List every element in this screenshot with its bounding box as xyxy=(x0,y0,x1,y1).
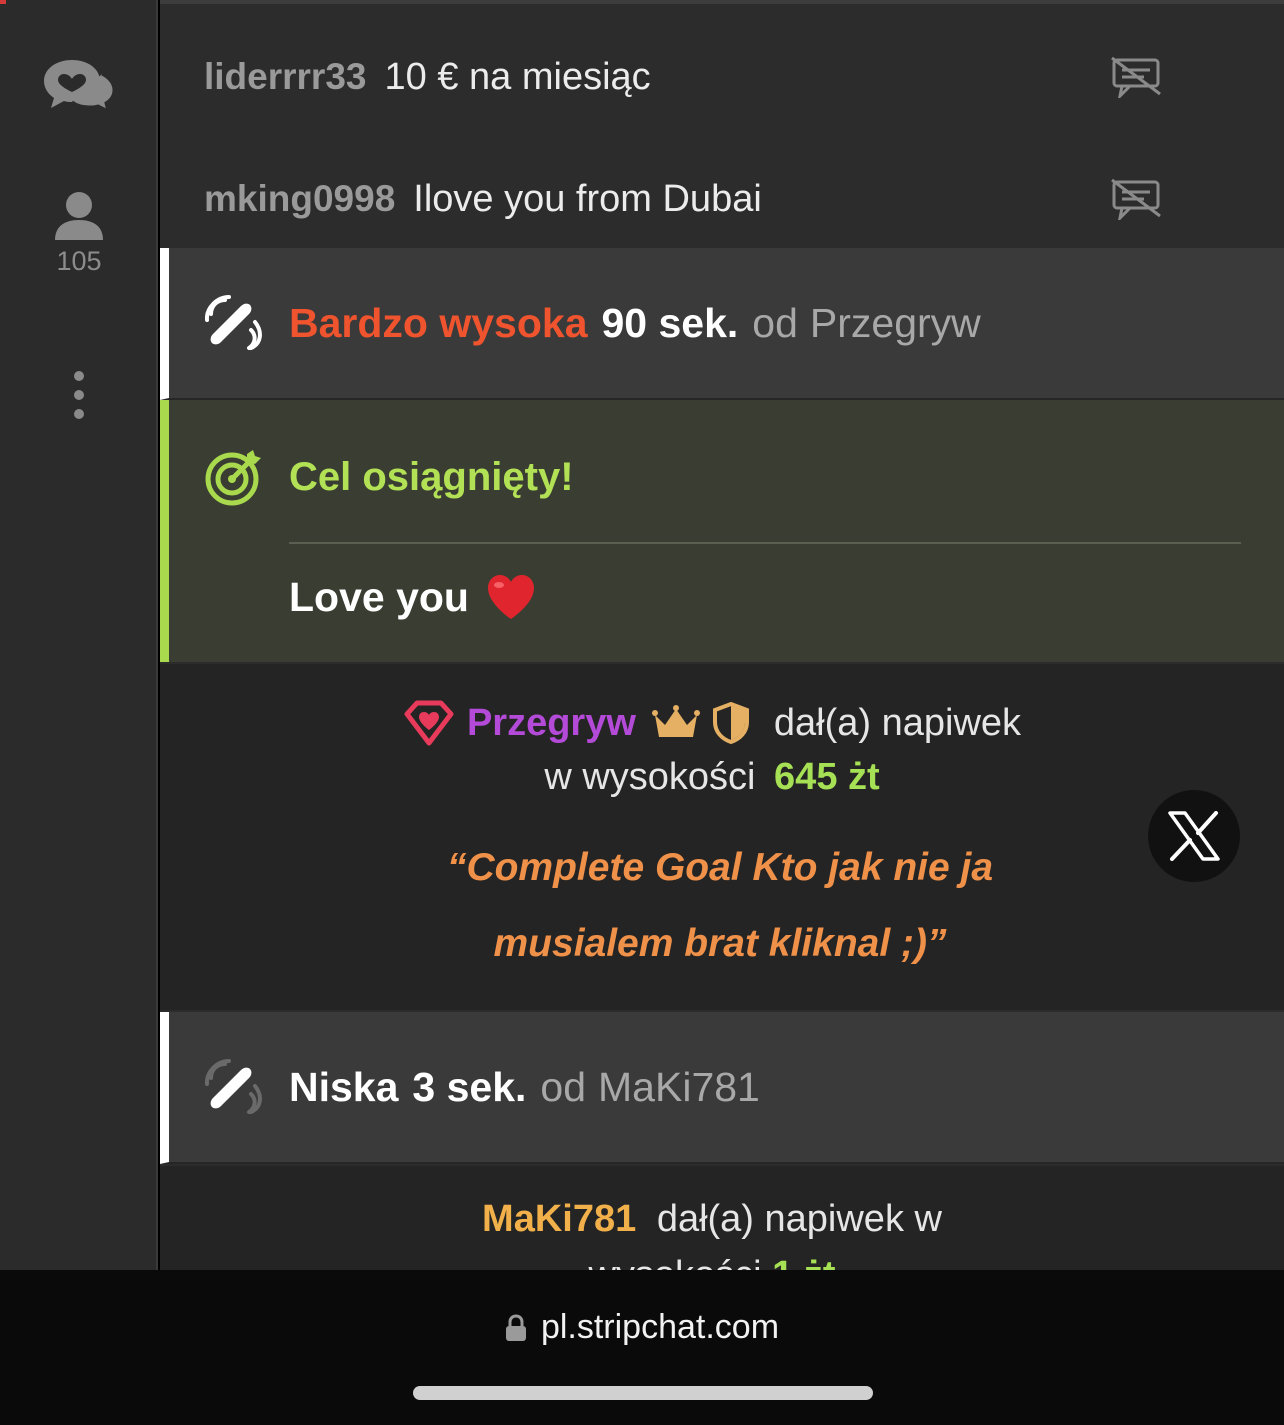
goal-message: Love you xyxy=(289,572,537,622)
shield-icon xyxy=(712,702,749,744)
tip-amount-label: wysokości xyxy=(588,1254,761,1270)
goal-header: Cel osiągnięty! xyxy=(205,448,574,506)
browser-address-bar[interactable]: pl.stripchat.com xyxy=(0,1270,1284,1425)
x-logo-icon xyxy=(1168,811,1220,861)
tip-username[interactable]: MaKi781 xyxy=(482,1198,636,1240)
goal-reached-card: Cel osiągnięty! Love you xyxy=(160,400,1284,662)
vibrator-icon xyxy=(205,295,262,350)
toy-duration: 90 sek. xyxy=(601,299,739,346)
toy-from-label: od xyxy=(540,1063,587,1110)
users-count: 105 xyxy=(56,246,102,276)
tip-card: MaKi781 dał(a) napiwek w wysokości 1 żt xyxy=(160,1166,1284,1270)
tip-amount: 645 żt xyxy=(774,756,880,798)
tip-amount-line: wysokości 1 żt xyxy=(160,1254,1284,1270)
users-tab[interactable]: 105 xyxy=(0,190,158,277)
message-username[interactable]: liderrrr33 xyxy=(204,56,367,98)
more-menu-button[interactable] xyxy=(0,370,158,420)
tip-header: Przegryw dał(a) napiwek xyxy=(160,700,1284,746)
tip-amount: 1 żt xyxy=(772,1254,835,1270)
tip-header: MaKi781 dał(a) napiwek w xyxy=(160,1198,1284,1241)
tip-amount-label: w wysokości xyxy=(544,756,756,798)
chat-bubbles-icon xyxy=(44,60,116,112)
tip-username[interactable]: Przegryw xyxy=(467,702,636,745)
message-text: Ilove you from Dubai xyxy=(413,177,762,220)
more-vertical-icon xyxy=(74,371,84,419)
heart-icon xyxy=(487,575,534,619)
chat-tab[interactable] xyxy=(0,56,158,112)
tip-message: “Complete Goal Kto jak nie ja musialem b… xyxy=(320,830,1120,982)
sidebar-accent xyxy=(0,0,6,4)
goal-title: Cel osiągnięty! xyxy=(289,454,574,499)
url-display[interactable]: pl.stripchat.com xyxy=(0,1308,1284,1347)
goal-message-text: Love you xyxy=(289,573,469,620)
tip-action: dał(a) napiwek xyxy=(773,701,1022,744)
toy-level: Bardzo wysoka xyxy=(289,299,588,346)
home-indicator[interactable] xyxy=(413,1386,873,1400)
target-icon xyxy=(205,450,261,506)
toy-level: Niska xyxy=(289,1063,399,1110)
vibrator-icon xyxy=(205,1059,262,1114)
message-text: 10 € na miesiąc xyxy=(384,55,651,98)
tip-card: Przegryw dał(a) napiwek w wysokości 645 … xyxy=(160,664,1284,1010)
diamond-heart-icon xyxy=(404,700,454,746)
toy-duration: 3 sek. xyxy=(412,1063,527,1110)
toy-activation-row: Niska 3 sek. od MaKi781 xyxy=(160,1012,1284,1164)
toy-from-label: od xyxy=(752,299,798,346)
translate-off-icon[interactable] xyxy=(1110,178,1162,220)
tip-message-line: musialem brat kliknal ;)” xyxy=(493,922,947,965)
tip-message-line: “Complete Goal Kto jak nie ja xyxy=(446,846,994,889)
url-text: pl.stripchat.com xyxy=(540,1308,780,1346)
tip-action: dał(a) napiwek w xyxy=(656,1198,942,1240)
chat-message: mking0998 Ilove you from Dubai xyxy=(160,138,1284,260)
lock-icon xyxy=(505,1313,526,1341)
toy-activation-row: Bardzo wysoka 90 sek. od Przegryw xyxy=(160,248,1284,400)
translate-off-icon[interactable] xyxy=(1110,56,1162,98)
crown-icon xyxy=(651,705,700,737)
chat-message: liderrrr33 10 € na miesiąc xyxy=(160,16,1284,138)
share-x-button[interactable] xyxy=(1148,790,1240,882)
goal-divider xyxy=(289,542,1241,544)
message-username[interactable]: mking0998 xyxy=(204,178,395,220)
tip-amount-line: w wysokości 645 żt xyxy=(160,756,1284,799)
chat-feed[interactable]: liderrrr33 10 € na miesiąc mking0998 Ilo… xyxy=(160,0,1284,1270)
toy-username[interactable]: Przegryw xyxy=(810,300,981,347)
feed-top-border xyxy=(160,0,1284,4)
sidebar: 105 xyxy=(0,0,158,1270)
toy-username[interactable]: MaKi781 xyxy=(598,1064,760,1111)
user-icon xyxy=(55,192,103,240)
